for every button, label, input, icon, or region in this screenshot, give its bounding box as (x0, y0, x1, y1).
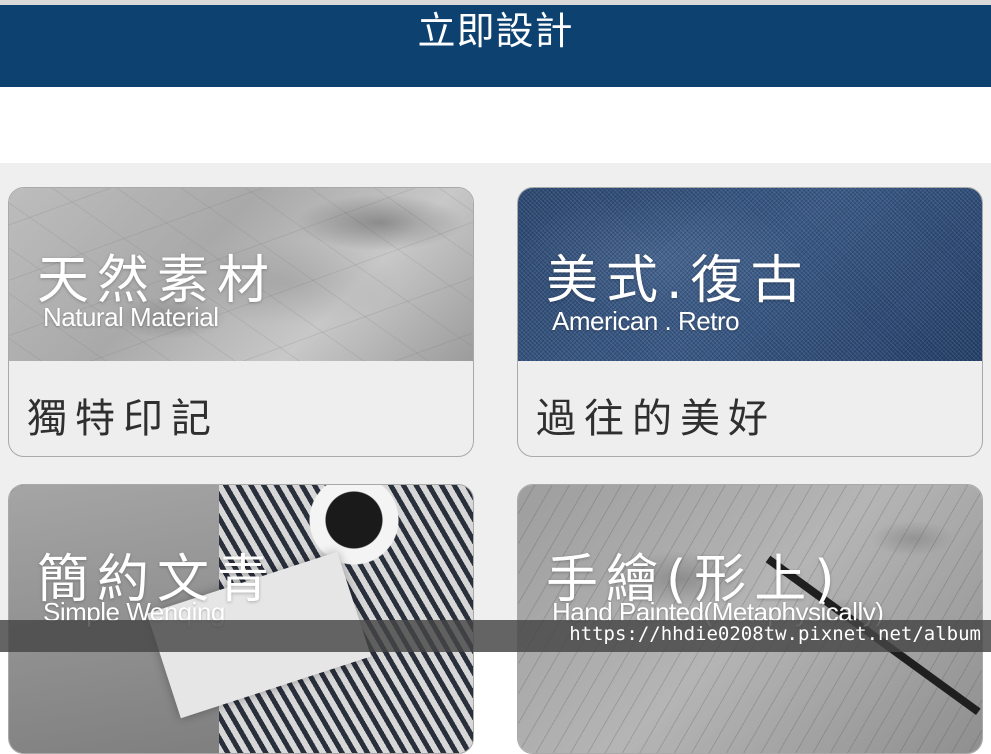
spacer (0, 87, 991, 163)
card-title-en: Natural Material (43, 302, 219, 332)
watermark-url: https://hhdie0208tw.pixnet.net/album (569, 623, 981, 645)
card-simple-wenqing[interactable]: 簡約文青 Simple Wenqing (8, 484, 474, 754)
card-hand-painted[interactable]: 手繪(形上) Hand Painted(Metaphysically) (517, 484, 983, 754)
sketch-banner-image: 手繪(形上) Hand Painted(Metaphysically) (518, 485, 982, 753)
card-subtitle: 過往的美好 (536, 396, 776, 442)
stripes-banner-image: 簡約文青 Simple Wenqing (9, 485, 473, 753)
page-title: 立即設計 (417, 9, 574, 53)
denim-banner-image: 美式.復古 American . Retro (518, 188, 982, 361)
watermark-bar: https://hhdie0208tw.pixnet.net/album (0, 620, 991, 652)
card-title-zh: 美式.復古 (546, 251, 811, 311)
card-natural-material[interactable]: 天然素材 Natural Material 獨特印記 (8, 187, 474, 457)
card-title-en: American . Retro (552, 306, 740, 336)
card-american-retro[interactable]: 美式.復古 American . Retro 過往的美好 (517, 187, 983, 457)
page-header: 立即設計 (0, 5, 991, 87)
category-grid: 天然素材 Natural Material 獨特印記 美式.復古 America… (0, 163, 991, 754)
card-subtitle: 獨特印記 (27, 396, 219, 442)
marble-banner-image: 天然素材 Natural Material (9, 188, 473, 361)
